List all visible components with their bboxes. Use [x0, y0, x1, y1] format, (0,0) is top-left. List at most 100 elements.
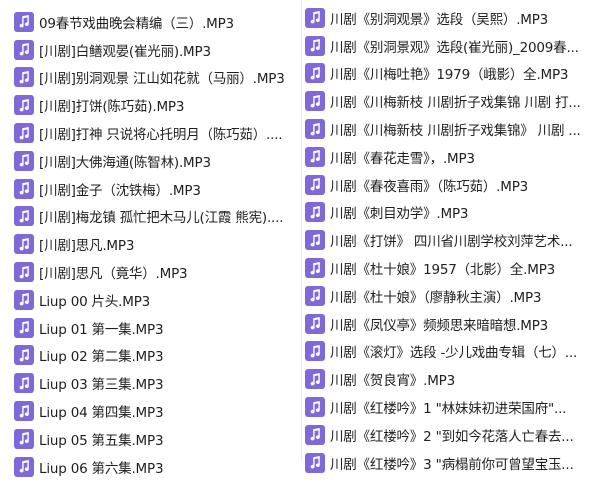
file-item[interactable]: 川剧《川梅吐艳》1979（峨影）全.MP3 — [301, 60, 600, 88]
music-note-icon — [14, 289, 34, 310]
file-list-left: 09春节戏曲晚会精编（三）.MP3 [川剧]白鳝观晏(崔光丽).MP3 [川剧]… — [0, 0, 296, 481]
file-name: 川剧《红楼吟》2 "到如今花落人亡春去... — [330, 428, 574, 445]
file-name: [川剧]金子（沈铁梅）.MP3 — [39, 182, 201, 199]
music-note-icon — [14, 345, 34, 366]
file-item[interactable]: 川剧《杜十娘》1957（北影）全.MP3 — [301, 254, 600, 282]
music-note-icon — [14, 317, 34, 338]
file-item[interactable]: Liup 00 片头.MP3 — [0, 286, 296, 314]
music-note-icon — [305, 285, 325, 306]
music-note-icon — [14, 39, 34, 60]
file-item[interactable]: 川剧《红楼吟》1 "林妹妹初进荣国府"... — [301, 393, 600, 421]
music-note-icon — [305, 341, 325, 362]
file-list-right: 川剧《别洞观景》选段（吴熙）.MP3 川剧《别洞景观》选段(崔光丽)_2009春… — [301, 0, 600, 477]
file-name: 川剧《杜十娘》（廖静秋主演）.MP3 — [330, 289, 542, 306]
file-item[interactable]: Liup 06 第六集.MP3 — [0, 453, 296, 481]
music-note-icon — [14, 206, 34, 227]
file-item[interactable]: [川剧]金子（沈铁梅）.MP3 — [0, 175, 296, 203]
file-name: Liup 02 第二集.MP3 — [39, 349, 164, 366]
music-note-icon — [305, 258, 325, 279]
file-item[interactable]: 川剧《红楼吟》2 "到如今花落人亡春去... — [301, 421, 600, 449]
music-note-icon — [14, 428, 34, 449]
file-name: Liup 06 第六集.MP3 — [39, 460, 164, 477]
file-name: 川剧《春夜喜雨》（陈巧茹）.MP3 — [330, 178, 529, 195]
file-name: [川剧]思凡（竟华）.MP3 — [39, 266, 188, 283]
file-item[interactable]: [川剧]思凡.MP3 — [0, 230, 296, 258]
music-note-icon — [14, 401, 34, 422]
file-name: Liup 03 第三集.MP3 — [39, 377, 164, 394]
file-item[interactable]: [川剧]大佛海通(陈智林).MP3 — [0, 147, 296, 175]
file-name: [川剧]打神 只说将心托明月（陈巧茹）.... — [39, 127, 283, 144]
file-name: Liup 00 片头.MP3 — [39, 293, 151, 310]
file-item[interactable]: [川剧]别洞观景 江山如花就（马丽）.MP3 — [0, 64, 296, 92]
file-item[interactable]: 川剧《川梅新枝 川剧折子戏集锦》 川剧 ... — [301, 115, 600, 143]
file-item[interactable]: 川剧《打饼》 四川省川剧学校刘萍艺术... — [301, 226, 600, 254]
music-note-icon — [305, 452, 325, 473]
file-name: Liup 04 第四集.MP3 — [39, 405, 164, 422]
file-name: 川剧《刺目劝学》.MP3 — [330, 206, 469, 223]
file-name: [川剧]别洞观景 江山如花就（马丽）.MP3 — [39, 71, 285, 88]
file-item[interactable]: 川剧《春夜喜雨》（陈巧茹）.MP3 — [301, 171, 600, 199]
file-item[interactable]: 川剧《别洞观景》选段（吴熙）.MP3 — [301, 4, 600, 32]
music-note-icon — [305, 91, 325, 112]
file-item[interactable]: Liup 05 第五集.MP3 — [0, 425, 296, 453]
file-name: 川剧《红楼吟》3 "病榻前你可曾望宝玉... — [330, 456, 574, 473]
file-item[interactable]: [川剧]打饼(陈巧茹).MP3 — [0, 91, 296, 119]
file-name: [川剧]思凡.MP3 — [39, 238, 135, 255]
file-item[interactable]: Liup 04 第四集.MP3 — [0, 397, 296, 425]
file-item[interactable]: 川剧《刺目劝学》.MP3 — [301, 199, 600, 227]
music-note-icon — [305, 369, 325, 390]
file-item[interactable]: [川剧]思凡（竟华）.MP3 — [0, 258, 296, 286]
file-item[interactable]: 川剧《川梅新枝 川剧折子戏集锦 川剧 打... — [301, 87, 600, 115]
file-name: 川剧《贺良宵》.MP3 — [330, 373, 455, 390]
music-note-icon — [14, 150, 34, 171]
file-item[interactable]: 川剧《红楼吟》3 "病榻前你可曾望宝玉... — [301, 449, 600, 477]
music-note-icon — [305, 202, 325, 223]
music-note-icon — [14, 123, 34, 144]
file-name: 川剧《杜十娘》1957（北影）全.MP3 — [330, 262, 556, 279]
file-item[interactable]: 川剧《春花走雪》，.MP3 — [301, 143, 600, 171]
music-note-icon — [305, 119, 325, 140]
file-name: 川剧《别洞观景》选段（吴熙）.MP3 — [330, 11, 549, 28]
file-item[interactable]: [川剧]梅龙镇 孤忙把木马儿(江霞 熊宪).... — [0, 203, 296, 231]
file-name: [川剧]梅龙镇 孤忙把木马儿(江霞 熊宪).... — [39, 210, 284, 227]
file-item[interactable]: [川剧]白鳝观晏(崔光丽).MP3 — [0, 36, 296, 64]
music-note-icon — [14, 373, 34, 394]
file-name: 川剧《别洞景观》选段(崔光丽)_2009春... — [330, 39, 579, 56]
file-name: 川剧《滚灯》选段 -少儿戏曲专辑（七）... — [330, 345, 578, 362]
file-item[interactable]: Liup 02 第二集.MP3 — [0, 342, 296, 370]
file-name: 川剧《红楼吟》1 "林妹妹初进荣国府"... — [330, 401, 567, 418]
file-item[interactable]: 09春节戏曲晚会精编（三）.MP3 — [0, 8, 296, 36]
file-item[interactable]: 川剧《杜十娘》（廖静秋主演）.MP3 — [301, 282, 600, 310]
file-name: [川剧]大佛海通(陈智林).MP3 — [39, 154, 211, 171]
music-note-icon — [305, 7, 325, 28]
file-name: 川剧《川梅新枝 川剧折子戏集锦 川剧 打... — [330, 95, 581, 112]
file-item[interactable]: 川剧《贺良宵》.MP3 — [301, 365, 600, 393]
music-note-icon — [305, 35, 325, 56]
music-note-icon — [14, 456, 34, 477]
music-note-icon — [305, 230, 325, 251]
music-note-icon — [14, 95, 34, 116]
file-name: 川剧《打饼》 四川省川剧学校刘萍艺术... — [330, 234, 573, 251]
file-item[interactable]: Liup 03 第三集.MP3 — [0, 369, 296, 397]
file-item[interactable]: Liup 01 第一集.MP3 — [0, 314, 296, 342]
music-note-icon — [14, 234, 34, 255]
music-note-icon — [14, 67, 34, 88]
file-name: Liup 01 第一集.MP3 — [39, 321, 164, 338]
music-note-icon — [14, 262, 34, 283]
music-note-icon — [14, 11, 34, 32]
music-note-icon — [14, 178, 34, 199]
file-item[interactable]: 川剧《别洞景观》选段(崔光丽)_2009春... — [301, 32, 600, 60]
file-name: 川剧《川梅新枝 川剧折子戏集锦》 川剧 ... — [330, 123, 581, 140]
music-note-icon — [305, 63, 325, 84]
file-item[interactable]: 川剧《凤仪亭》频频思来暗暗想.MP3 — [301, 310, 600, 338]
music-note-icon — [305, 174, 325, 195]
music-note-icon — [305, 146, 325, 167]
music-note-icon — [305, 424, 325, 445]
file-name: Liup 05 第五集.MP3 — [39, 432, 164, 449]
file-item[interactable]: [川剧]打神 只说将心托明月（陈巧茹）.... — [0, 119, 296, 147]
file-item[interactable]: 川剧《滚灯》选段 -少儿戏曲专辑（七）... — [301, 338, 600, 366]
file-name: [川剧]白鳝观晏(崔光丽).MP3 — [39, 43, 211, 60]
music-note-icon — [305, 313, 325, 334]
file-name: 川剧《春花走雪》，.MP3 — [330, 150, 475, 167]
file-name: 川剧《凤仪亭》频频思来暗暗想.MP3 — [330, 317, 549, 334]
